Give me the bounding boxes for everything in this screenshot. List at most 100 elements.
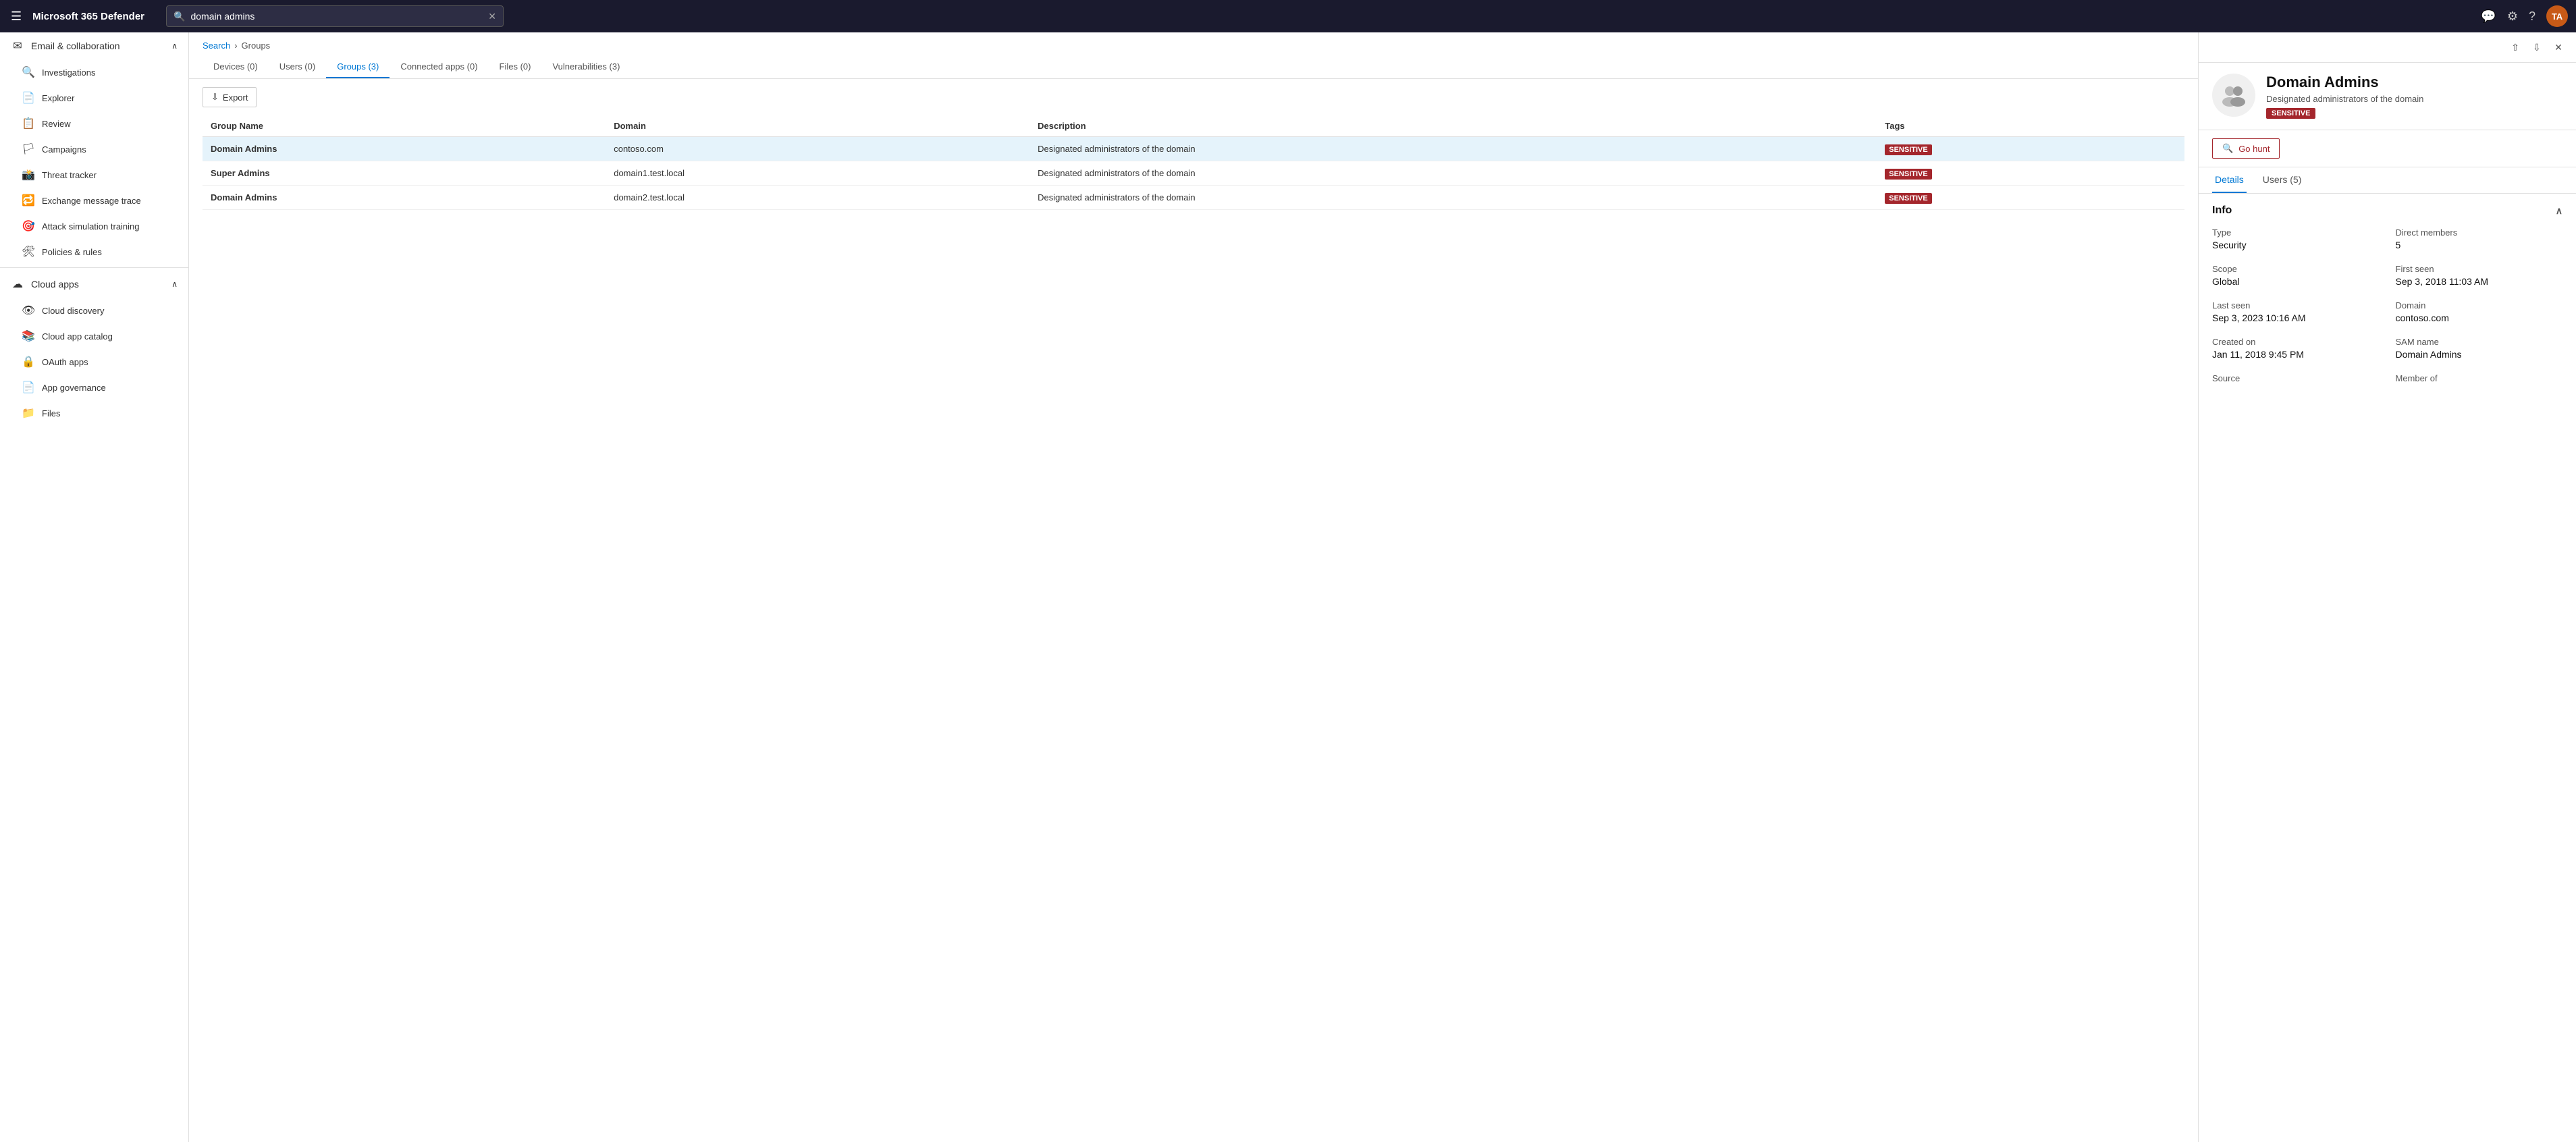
info-grid: Type Security Direct members 5 Scope Glo… [2212, 227, 2562, 385]
info-collapse-button[interactable]: ∧ [2556, 205, 2562, 217]
sidebar-label-campaigns: Campaigns [42, 144, 86, 155]
cell-description: Designated administrators of the domain [1029, 161, 1877, 186]
breadcrumb-separator: › [234, 40, 237, 51]
email-collab-icon: ✉ [11, 39, 24, 53]
sidebar-item-app-governance[interactable]: 📄 App governance [0, 375, 188, 400]
sidebar-item-oauth-apps[interactable]: 🔒 OAuth apps [0, 349, 188, 375]
created-on-label: Created on [2212, 337, 2380, 347]
member-of-label: Member of [2396, 373, 2563, 383]
avatar[interactable]: TA [2546, 5, 2568, 27]
table-row[interactable]: Domain Admins contoso.com Designated adm… [203, 137, 2184, 161]
sidebar-divider [0, 267, 188, 268]
col-header-domain[interactable]: Domain [606, 115, 1029, 137]
table-row[interactable]: Super Admins domain1.test.local Designat… [203, 161, 2184, 186]
tab-files[interactable]: Files (0) [489, 56, 542, 78]
detail-tab-details[interactable]: Details [2212, 167, 2247, 193]
sidebar-label-cloud-app-catalog: Cloud app catalog [42, 331, 113, 342]
sidebar-item-files[interactable]: 📁 Files [0, 400, 188, 426]
help-icon[interactable]: ? [2529, 9, 2535, 24]
campaigns-icon: 🏳 [22, 142, 35, 156]
direct-members-label: Direct members [2396, 227, 2563, 238]
global-search-bar[interactable]: 🔍 ✕ [166, 5, 504, 27]
last-seen-label: Last seen [2212, 300, 2380, 310]
type-value: Security [2212, 240, 2380, 250]
tabs-bar: Devices (0) Users (0) Groups (3) Connect… [189, 51, 2198, 79]
col-header-tags[interactable]: Tags [1877, 115, 2184, 137]
cell-tags: SENSITIVE [1877, 137, 2184, 161]
main-panel: Search › Groups Devices (0) Users (0) Gr… [189, 32, 2198, 1142]
sam-name-label: SAM name [2396, 337, 2563, 347]
first-seen-value: Sep 3, 2018 11:03 AM [2396, 276, 2563, 287]
info-field-domain: Domain contoso.com [2396, 300, 2563, 323]
sidebar-item-cloud-app-catalog[interactable]: 📚 Cloud app catalog [0, 323, 188, 349]
detail-nav: ⇧ ⇩ ✕ [2199, 32, 2576, 63]
sidebar-item-campaigns[interactable]: 🏳 Campaigns [0, 136, 188, 162]
info-field-last-seen: Last seen Sep 3, 2023 10:16 AM [2212, 300, 2380, 323]
info-field-source: Source [2212, 373, 2380, 385]
app-title: Microsoft 365 Defender [32, 11, 144, 22]
domain-label: Domain [2396, 300, 2563, 310]
sidebar-item-cloud-discovery[interactable]: 👁 Cloud discovery [0, 298, 188, 323]
go-hunt-icon: 🔍 [2222, 143, 2233, 154]
domain-value: contoso.com [2396, 312, 2563, 323]
detail-title-area: Domain Admins Designated administrators … [2266, 74, 2562, 119]
export-button[interactable]: ⇩ Export [203, 87, 257, 107]
detail-nav-up-button[interactable]: ⇧ [2506, 38, 2525, 57]
detail-header: Domain Admins Designated administrators … [2199, 63, 2576, 130]
cell-domain: contoso.com [606, 137, 1029, 161]
breadcrumb-search-link[interactable]: Search [203, 40, 230, 51]
detail-close-button[interactable]: ✕ [2549, 38, 2568, 57]
sidebar-item-threat-tracker[interactable]: 📸 Threat tracker [0, 162, 188, 188]
app-governance-icon: 📄 [22, 381, 35, 394]
tab-vulnerabilities[interactable]: Vulnerabilities (3) [541, 56, 630, 78]
sidebar-label-oauth-apps: OAuth apps [42, 357, 88, 367]
sidebar-item-review[interactable]: 📋 Review [0, 111, 188, 136]
sam-name-value: Domain Admins [2396, 349, 2563, 360]
info-field-scope: Scope Global [2212, 264, 2380, 287]
cell-tags: SENSITIVE [1877, 161, 2184, 186]
sidebar-item-explorer[interactable]: 📄 Explorer [0, 85, 188, 111]
settings-icon[interactable]: ⚙ [2507, 9, 2518, 24]
col-header-description[interactable]: Description [1029, 115, 1877, 137]
sidebar-item-attack-simulation[interactable]: 🎯 Attack simulation training [0, 213, 188, 239]
detail-nav-down-button[interactable]: ⇩ [2527, 38, 2546, 57]
tab-groups[interactable]: Groups (3) [326, 56, 390, 78]
policies-icon: 🛠 [22, 245, 35, 259]
cell-group-name: Domain Admins [203, 137, 606, 161]
sidebar: ✉ Email & collaboration ∧ 🔍 Investigatio… [0, 32, 189, 1142]
tab-users[interactable]: Users (0) [269, 56, 326, 78]
sidebar-label-files: Files [42, 408, 60, 418]
col-header-group-name[interactable]: Group Name [203, 115, 606, 137]
info-section-label: Info [2212, 205, 2232, 217]
detail-title: Domain Admins [2266, 74, 2562, 91]
cloud-apps-icon: ☁ [11, 277, 24, 291]
group-avatar-icon [2220, 82, 2247, 109]
go-hunt-label: Go hunt [2238, 144, 2270, 154]
tab-devices[interactable]: Devices (0) [203, 56, 269, 78]
attack-sim-icon: 🎯 [22, 219, 35, 233]
files-icon: 📁 [22, 406, 35, 420]
sidebar-item-exchange-message-trace[interactable]: 🔁 Exchange message trace [0, 188, 188, 213]
clear-search-icon[interactable]: ✕ [488, 11, 496, 22]
table-row[interactable]: Domain Admins domain2.test.local Designa… [203, 186, 2184, 210]
sidebar-section-cloud-apps[interactable]: ☁ Cloud apps ∧ [0, 271, 188, 298]
sidebar-section-email-collab[interactable]: ✉ Email & collaboration ∧ [0, 32, 188, 59]
detail-subtitle: Designated administrators of the domain [2266, 94, 2562, 104]
info-section-header: Info ∧ [2212, 205, 2562, 217]
detail-tab-users[interactable]: Users (5) [2260, 167, 2305, 193]
cloud-app-catalog-icon: 📚 [22, 329, 35, 343]
search-input[interactable] [190, 11, 483, 22]
sidebar-label-policies-rules: Policies & rules [42, 247, 102, 257]
export-label: Export [223, 92, 248, 103]
sidebar-item-policies-rules[interactable]: 🛠 Policies & rules [0, 239, 188, 265]
breadcrumb-groups: Groups [242, 40, 271, 51]
detail-body: Info ∧ Type Security Direct members 5 Sc… [2199, 194, 2576, 1142]
tab-connected-apps[interactable]: Connected apps (0) [390, 56, 488, 78]
hamburger-menu-icon[interactable]: ☰ [8, 7, 24, 26]
feedback-icon[interactable]: 💬 [2481, 9, 2496, 24]
go-hunt-button[interactable]: 🔍 Go hunt [2212, 138, 2280, 159]
sidebar-label-review: Review [42, 119, 71, 129]
sidebar-item-investigations[interactable]: 🔍 Investigations [0, 59, 188, 85]
info-field-first-seen: First seen Sep 3, 2018 11:03 AM [2396, 264, 2563, 287]
cell-description: Designated administrators of the domain [1029, 137, 1877, 161]
